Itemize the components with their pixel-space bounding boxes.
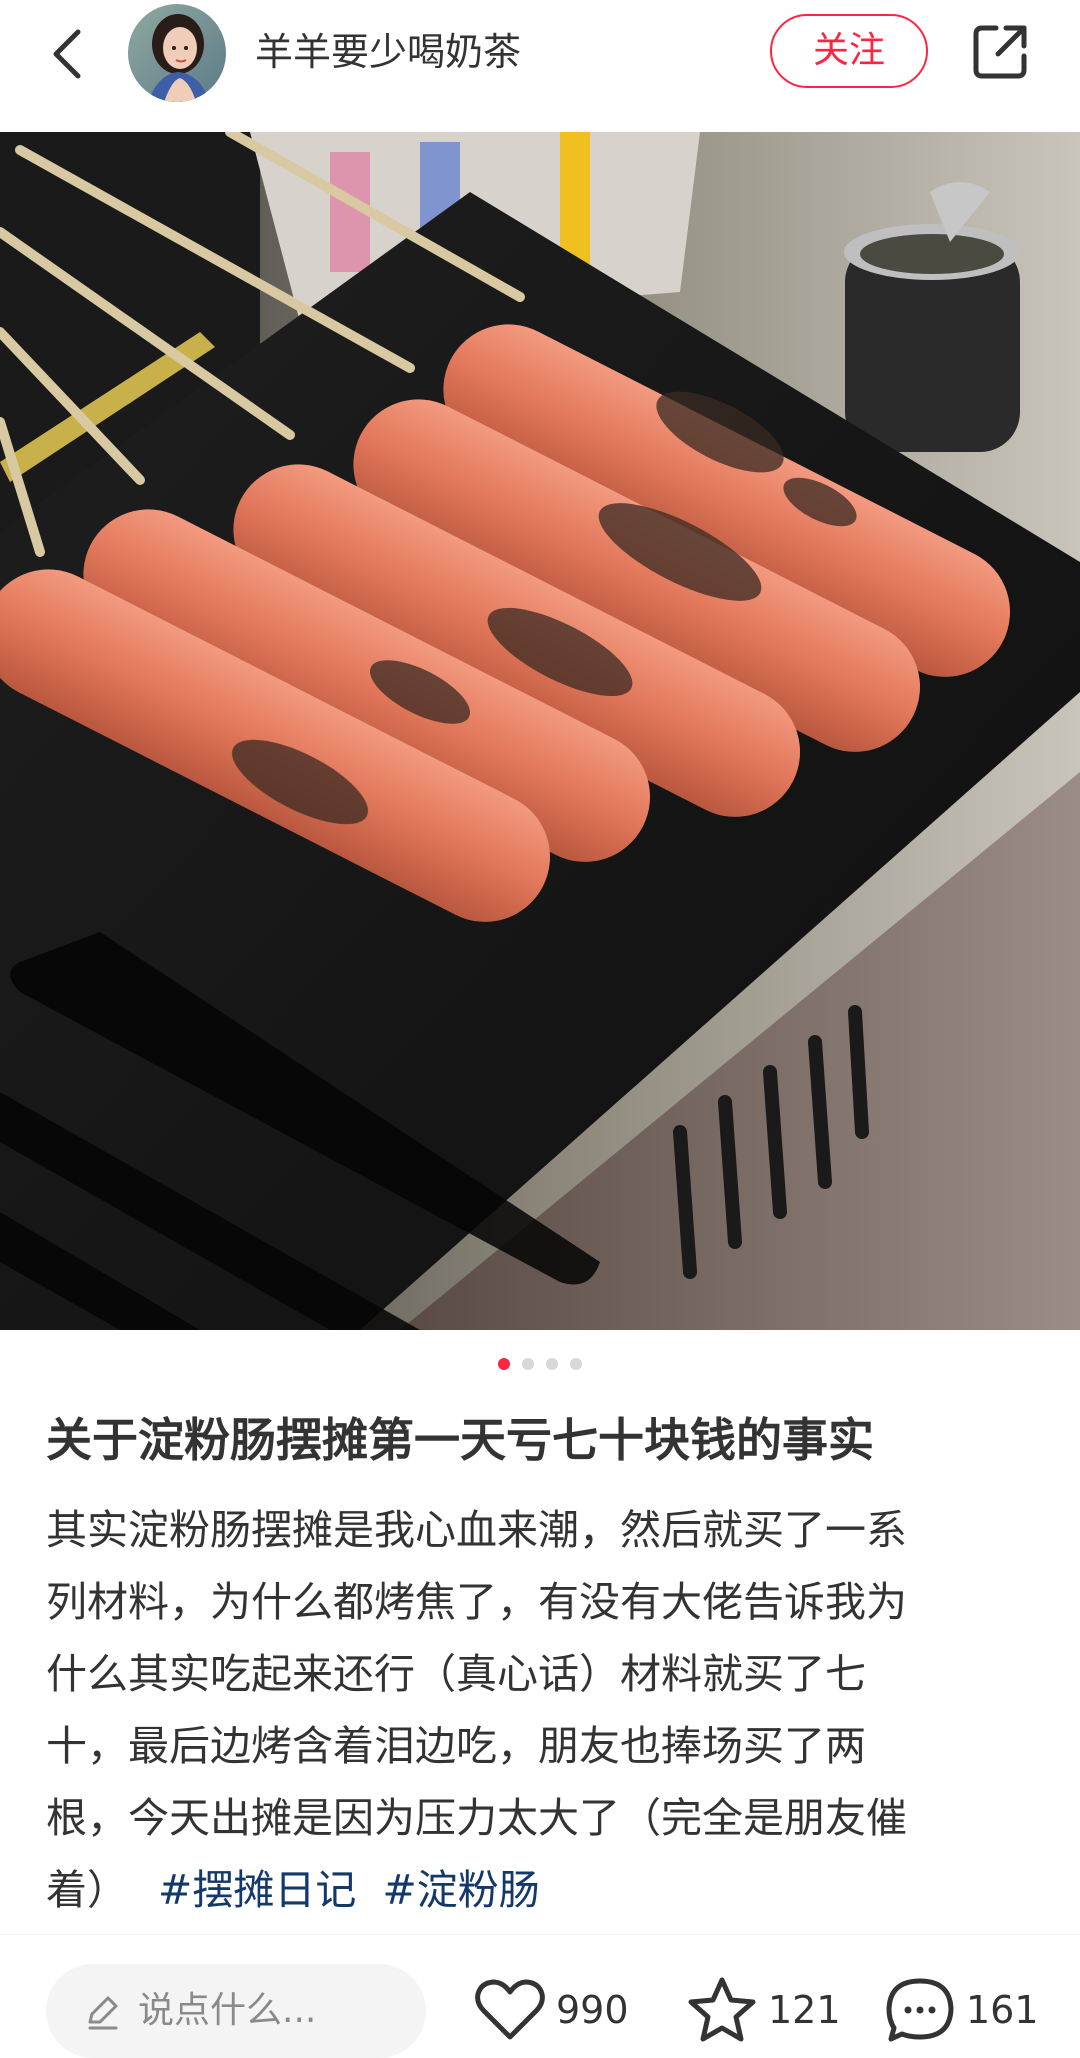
- comment-count: 161: [966, 1988, 1039, 2032]
- pencil-icon: [88, 1996, 118, 2030]
- comment-bubble-icon: [886, 1978, 954, 2042]
- description-line: 什么其实吃起来还行（真心话）材料就买了七: [46, 1650, 866, 1698]
- description-line: 根，今天出摊是因为压力太大了（完全是朋友催: [46, 1794, 907, 1842]
- top-bar: 羊羊要少喝奶茶 关注: [0, 0, 1080, 132]
- post-title: 关于淀粉肠摆摊第一天亏七十块钱的事实: [46, 1413, 874, 1467]
- carousel-dot-4[interactable]: [570, 1358, 582, 1370]
- share-icon: [973, 25, 1027, 79]
- author-name[interactable]: 羊羊要少喝奶茶: [255, 22, 521, 82]
- like-button[interactable]: 990: [474, 1970, 629, 2050]
- carousel-dot-3[interactable]: [546, 1358, 558, 1370]
- star-icon: [688, 1977, 756, 2042]
- description-line: 十，最后边烤含着泪边吃，朋友也捧场买了两: [46, 1722, 866, 1770]
- comment-placeholder: 说点什么...: [138, 1990, 317, 2031]
- comment-input[interactable]: 说点什么...: [46, 1964, 426, 2058]
- collect-count: 121: [768, 1988, 841, 2032]
- hashtag-link[interactable]: #摆摊日记: [158, 1866, 356, 1914]
- description-last-line: 着） #摆摊日记 #淀粉肠: [46, 1854, 1036, 1926]
- description-line: 其实淀粉肠摆摊是我心血来潮，然后就买了一系: [46, 1506, 907, 1554]
- like-count: 990: [556, 1988, 629, 2032]
- post-image[interactable]: [0, 132, 1080, 1330]
- follow-button[interactable]: 关注: [770, 14, 928, 88]
- grilled-sausages-photo: [0, 132, 1080, 1330]
- post-description: 其实淀粉肠摆摊是我心血来潮，然后就买了一系 列材料，为什么都烤焦了，有没有大佬告…: [46, 1494, 1036, 1926]
- divider: [0, 1934, 1080, 1935]
- carousel-dot-2[interactable]: [522, 1358, 534, 1370]
- description-line: 着）: [46, 1866, 128, 1914]
- comment-button[interactable]: 161: [884, 1970, 1039, 2050]
- chevron-left-icon: [53, 29, 81, 79]
- description-line: 列材料，为什么都烤焦了，有没有大佬告诉我为: [46, 1578, 907, 1626]
- heart-icon: [475, 1979, 545, 2040]
- share-button[interactable]: [968, 20, 1032, 84]
- author-avatar[interactable]: [128, 4, 226, 102]
- hashtag-link[interactable]: #淀粉肠: [382, 1866, 539, 1914]
- carousel-indicator[interactable]: [0, 1358, 1080, 1372]
- collect-button[interactable]: 121: [686, 1970, 841, 2050]
- carousel-dot-1[interactable]: [498, 1358, 510, 1370]
- back-button[interactable]: [40, 18, 100, 88]
